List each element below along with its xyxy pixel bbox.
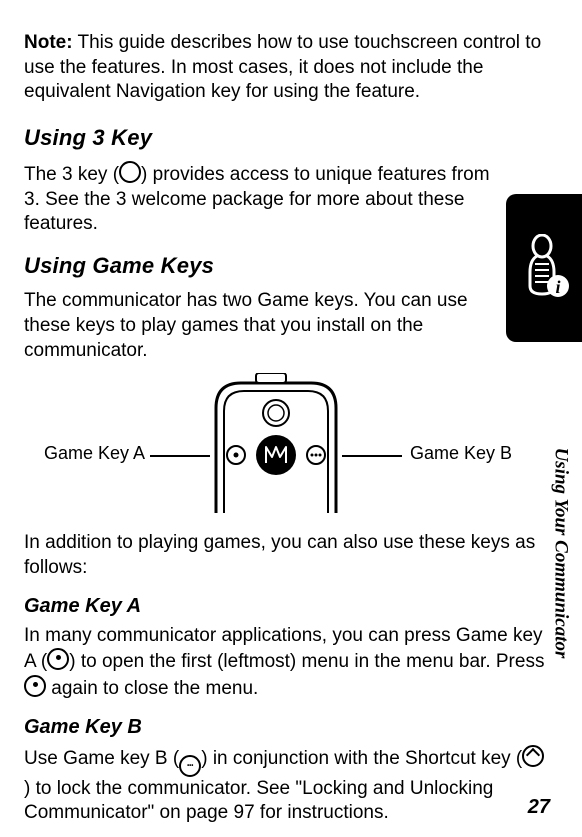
heading-using-3-key: Using 3 Key [24, 125, 548, 151]
side-label-text: Using Your Communicator [549, 448, 571, 659]
diagram-label-b: Game Key B [410, 443, 512, 464]
paragraph-3-key: The 3 key () provides access to unique f… [24, 161, 504, 237]
note-paragraph: Note: This guide describes how to use to… [24, 31, 548, 105]
subheading-game-key-b: Game Key B [24, 716, 548, 739]
text-3key-a: The 3 key ( [24, 164, 119, 185]
svg-text:i: i [555, 277, 560, 297]
page: Note: This guide describes how to use to… [0, 0, 582, 837]
subheading-game-key-a: Game Key A [24, 595, 548, 618]
game-keys-diagram: Game Key A Game Key B [26, 373, 546, 523]
game-key-b-icon [179, 755, 201, 777]
side-tab: i [506, 194, 582, 342]
paragraph-game-key-a: In many communicator applications, you c… [24, 624, 548, 702]
game-key-a-icon-2 [24, 675, 46, 697]
heading-using-game-keys: Using Game Keys [24, 253, 548, 279]
diagram-label-a: Game Key A [44, 443, 145, 464]
device-drawing [196, 373, 356, 513]
page-number: 27 [528, 796, 550, 819]
game-key-a-icon [47, 648, 69, 670]
paragraph-game-keys-intro: The communicator has two Game keys. You … [24, 289, 504, 363]
side-vertical-label: Using Your Communicator [550, 348, 570, 758]
text-gka-c: again to close the menu. [46, 678, 258, 699]
three-key-icon [119, 161, 141, 183]
text-gkb-b: ) in conjunction with the Shortcut key ( [201, 748, 522, 769]
phone-info-icon: i [524, 234, 570, 300]
note-label: Note: [24, 32, 73, 53]
paragraph-game-keys-usage: In addition to playing games, you can al… [24, 531, 548, 580]
text-gkb-c: ) to lock the communicator. See "Locking… [24, 778, 493, 824]
note-text: This guide describes how to use touchscr… [24, 32, 541, 102]
shortcut-key-icon [522, 745, 544, 767]
text-gkb-a: Use Game key B ( [24, 748, 179, 769]
text-gka-b: ) to open the first (leftmost) menu in t… [69, 651, 544, 672]
paragraph-game-key-b: Use Game key B ( ) in conjunction with th… [24, 745, 548, 826]
